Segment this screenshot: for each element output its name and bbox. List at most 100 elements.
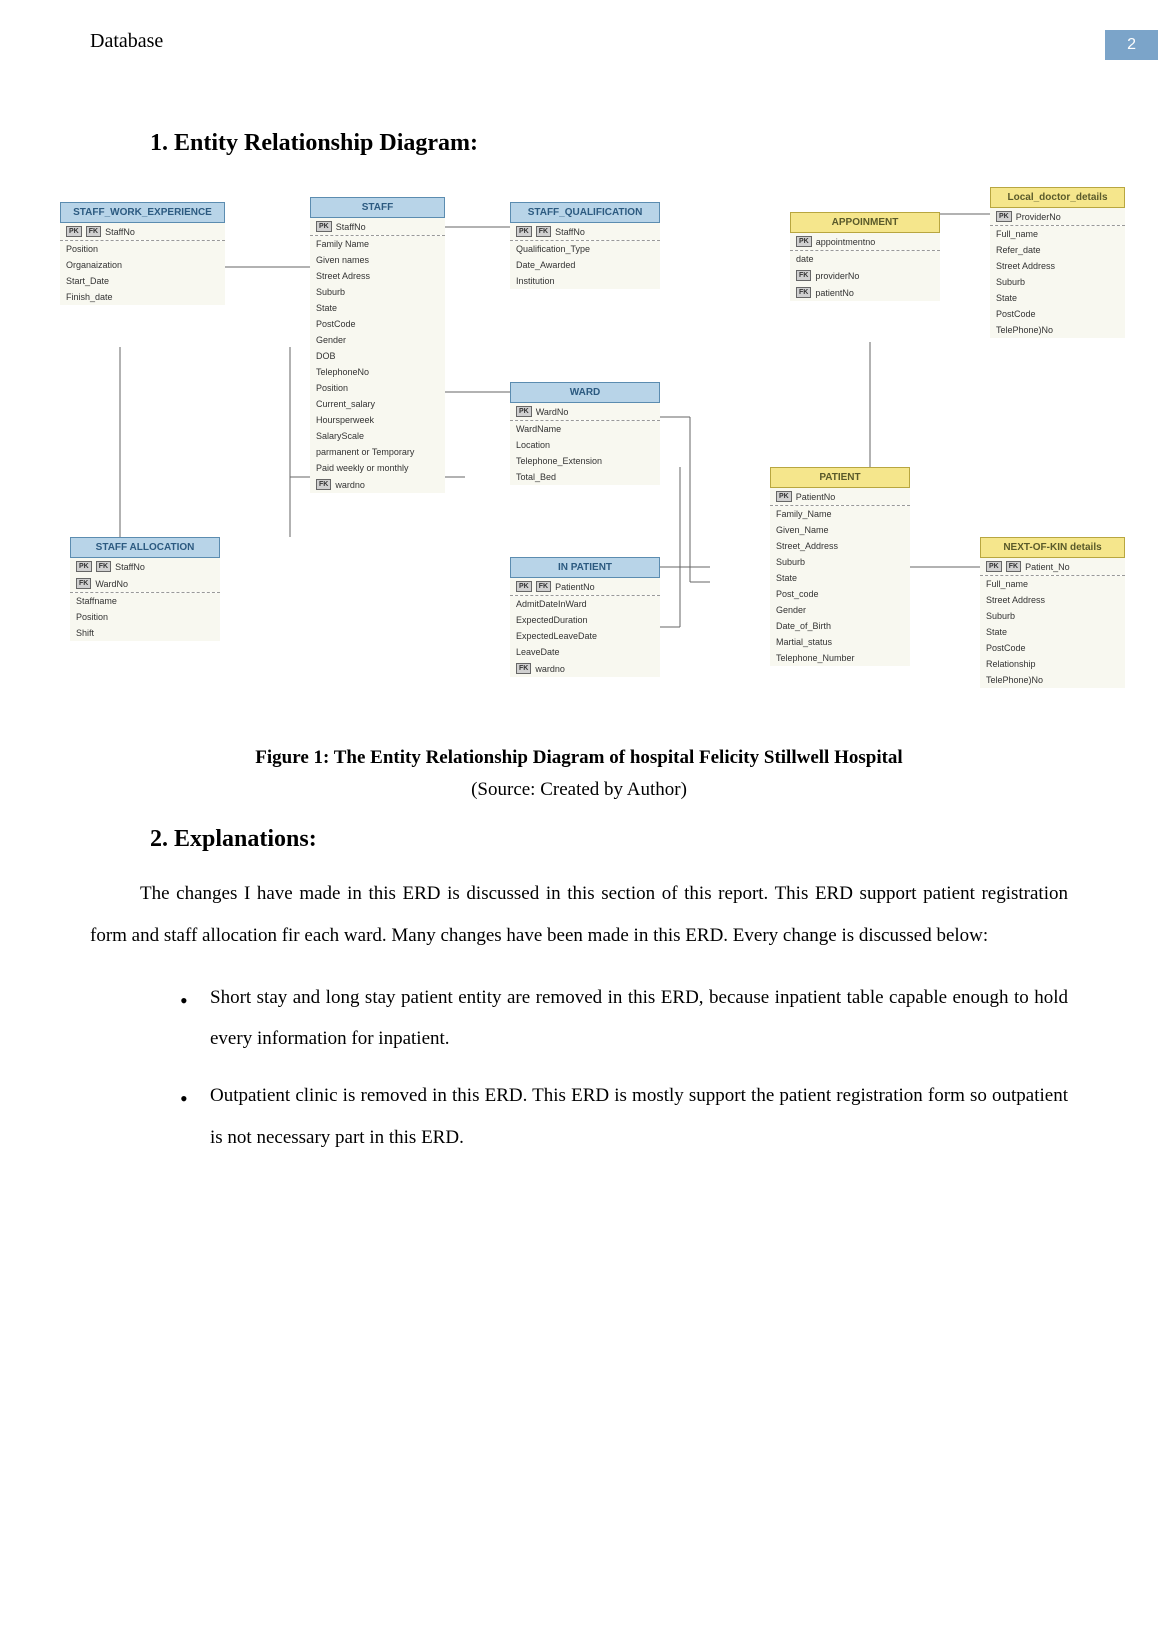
source-caption: (Source: Created by Author) xyxy=(90,779,1068,801)
attr: Family_Name xyxy=(776,509,832,519)
entity-next-of-kin: NEXT-OF-KIN details PKFKPatient_No Full_… xyxy=(980,537,1125,688)
attr: DOB xyxy=(316,351,336,361)
attr: Street_Address xyxy=(776,541,838,551)
attr: Organaization xyxy=(66,260,122,270)
attr: Suburb xyxy=(776,557,805,567)
attr: StaffNo xyxy=(105,227,135,237)
attr: SalaryScale xyxy=(316,431,364,441)
erd-diagram: STAFF_WORK_EXPERIENCE PKFKStaffNo Positi… xyxy=(50,187,1128,707)
entity-header: PATIENT xyxy=(770,467,910,488)
attr: Hoursperweek xyxy=(316,415,374,425)
attr: ExpectedLeaveDate xyxy=(516,631,597,641)
pk-badge: PK xyxy=(66,226,82,237)
fk-badge: FK xyxy=(536,581,551,592)
attr: LeaveDate xyxy=(516,647,560,657)
entity-staff: STAFF PKStaffNo Family Name Given names … xyxy=(310,197,445,493)
entity-header: STAFF ALLOCATION xyxy=(70,537,220,558)
pk-badge: PK xyxy=(516,226,532,237)
entity-staff-allocation: STAFF ALLOCATION PKFKStaffNo FKWardNo St… xyxy=(70,537,220,641)
entity-patient: PATIENT PK PatientNo Family_Name Given_Na… xyxy=(770,467,910,666)
entity-header: IN PATIENT xyxy=(510,557,660,578)
fk-badge: FK xyxy=(86,226,101,237)
fk-badge: FK xyxy=(796,270,811,281)
attr: ProviderNo xyxy=(1016,212,1061,222)
attr: patientNo xyxy=(815,288,854,298)
pk-badge: PK xyxy=(796,236,812,247)
entity-in-patient: IN PATIENT PKFKPatientNo AdmitDateInWard… xyxy=(510,557,660,677)
fk-badge: FK xyxy=(316,479,331,490)
attr: Street Address xyxy=(996,261,1055,271)
attr: Position xyxy=(76,612,108,622)
entity-header: STAFF xyxy=(310,197,445,218)
attr: Patient_No xyxy=(1025,562,1070,572)
attr: WardNo xyxy=(95,579,128,589)
attr: appointmentno xyxy=(816,237,876,247)
attr: parmanent or Temporary xyxy=(316,447,414,457)
attr: TelePhone)No xyxy=(986,675,1043,685)
attr: Telephone_Extension xyxy=(516,456,602,466)
bullet-item-1: Short stay and long stay patient entity … xyxy=(180,977,1068,1061)
pk-badge: PK xyxy=(316,221,332,232)
entity-header: WARD xyxy=(510,382,660,403)
section-2-title: 2. Explanations: xyxy=(150,826,1068,853)
attr: Shift xyxy=(76,628,94,638)
attr: State xyxy=(996,293,1017,303)
attr: date xyxy=(796,254,814,264)
entity-local-doctor: Local_doctor_details PK ProviderNo Full_n… xyxy=(990,187,1125,338)
page-number-badge: 2 xyxy=(1105,30,1158,60)
pk-badge: PK xyxy=(76,561,92,572)
content-area: 1. Entity Relationship Diagram: STAFF_WO… xyxy=(0,130,1158,1159)
attr: Given_Name xyxy=(776,525,829,535)
attr: Institution xyxy=(516,276,555,286)
attr: Paid weekly or monthly xyxy=(316,463,409,473)
attr: PostCode xyxy=(316,319,356,329)
pk-badge: PK xyxy=(776,491,792,502)
attr: Staffname xyxy=(76,596,117,606)
attr: Family Name xyxy=(316,239,369,249)
fk-badge: FK xyxy=(516,663,531,674)
attr: Start_Date xyxy=(66,276,109,286)
attr: Suburb xyxy=(316,287,345,297)
attr: Full_name xyxy=(996,229,1038,239)
attr: ExpectedDuration xyxy=(516,615,588,625)
page-header: Database 2 xyxy=(0,0,1158,80)
attr: Location xyxy=(516,440,550,450)
attr: PatientNo xyxy=(796,492,836,502)
attr: Current_salary xyxy=(316,399,375,409)
attr: StaffNo xyxy=(336,222,366,232)
attr: Given names xyxy=(316,255,369,265)
attr: WardName xyxy=(516,424,561,434)
entity-header: NEXT-OF-KIN details xyxy=(980,537,1125,558)
pk-badge: PK xyxy=(996,211,1012,222)
entity-header: Local_doctor_details xyxy=(990,187,1125,208)
attr: TelePhone)No xyxy=(996,325,1053,335)
attr: Refer_date xyxy=(996,245,1041,255)
attr: Date_Awarded xyxy=(516,260,575,270)
pk-badge: PK xyxy=(516,581,532,592)
fk-badge: FK xyxy=(536,226,551,237)
attr: State xyxy=(986,627,1007,637)
entity-staff-work-experience: STAFF_WORK_EXPERIENCE PKFKStaffNo Positi… xyxy=(60,202,225,305)
attr: Position xyxy=(316,383,348,393)
attr: Suburb xyxy=(986,611,1015,621)
fk-badge: FK xyxy=(1006,561,1021,572)
attr: Telephone_Number xyxy=(776,653,855,663)
attr: PostCode xyxy=(986,643,1026,653)
bullet-list: Short stay and long stay patient entity … xyxy=(90,977,1068,1159)
attr: State xyxy=(316,303,337,313)
entity-header: STAFF_QUALIFICATION xyxy=(510,202,660,223)
attr: PatientNo xyxy=(555,582,595,592)
paragraph-1: The changes I have made in this ERD is d… xyxy=(90,873,1068,957)
section-1-title: 1. Entity Relationship Diagram: xyxy=(150,130,1068,157)
attr: StaffNo xyxy=(115,562,145,572)
attr: Suburb xyxy=(996,277,1025,287)
attr: Relationship xyxy=(986,659,1036,669)
attr: Gender xyxy=(776,605,806,615)
entity-header: APPOINMENT xyxy=(790,212,940,233)
attr: Total_Bed xyxy=(516,472,556,482)
attr: Street Address xyxy=(986,595,1045,605)
entity-ward: WARD PKWardNo WardName Location Telephon… xyxy=(510,382,660,485)
attr: Gender xyxy=(316,335,346,345)
attr: Position xyxy=(66,244,98,254)
figure-caption: Figure 1: The Entity Relationship Diagra… xyxy=(90,747,1068,769)
